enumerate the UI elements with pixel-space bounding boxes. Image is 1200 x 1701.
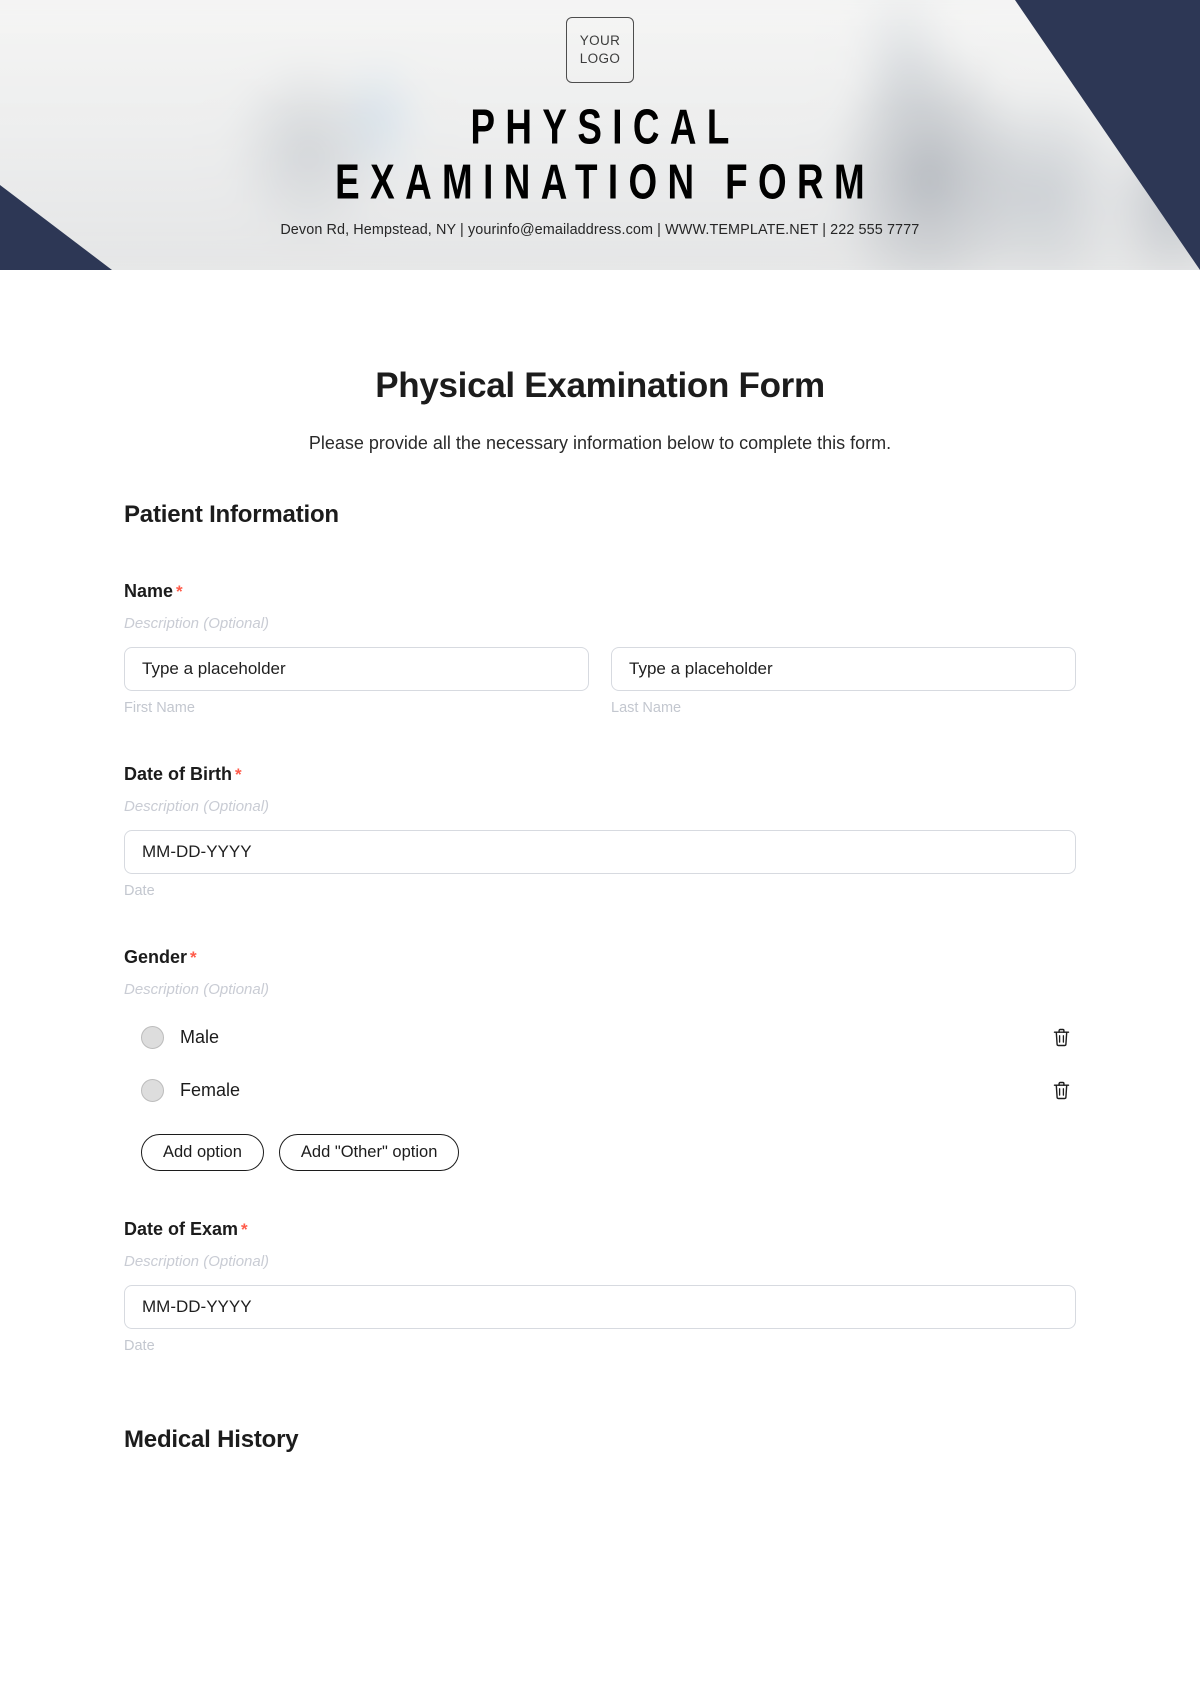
field-label-gender-text: Gender	[124, 947, 188, 967]
form-body: Physical Examination Form Please provide…	[0, 366, 1200, 1454]
field-label-name-text: Name	[124, 581, 174, 601]
physical-examination-form-page: YOUR LOGO PHYSICAL EXAMINATION FORM Devo…	[0, 0, 1200, 1701]
field-label-gender: Gender *	[124, 947, 1076, 968]
required-asterisk: *	[176, 582, 183, 601]
field-description-name: Description (Optional)	[124, 615, 270, 632]
field-gender: Gender * Description (Optional) Male Fem…	[124, 947, 1076, 1171]
field-name: Name * Description (Optional) Type a plac…	[124, 581, 1076, 716]
field-date-of-birth: Date of Birth * Description (Optional) MM…	[124, 764, 1076, 899]
date-of-exam-sub-label: Date	[124, 1338, 155, 1354]
last-name-sub-label: Last Name	[611, 700, 682, 716]
gender-option-actions: Add option Add "Other" option	[124, 1134, 1076, 1171]
section-heading-medical-history: Medical History	[124, 1426, 299, 1453]
first-name-input[interactable]: Type a placeholder	[124, 647, 589, 691]
last-name-input[interactable]: Type a placeholder	[611, 647, 1076, 691]
date-of-birth-input[interactable]: MM-DD-YYYY	[124, 830, 1076, 874]
page-title: Physical Examination Form	[375, 366, 825, 405]
field-description-gender: Description (Optional)	[124, 981, 270, 998]
page-subtitle: Please provide all the necessary informa…	[308, 433, 892, 453]
radio-icon[interactable]	[141, 1025, 164, 1049]
add-other-option-button[interactable]: Add "Other" option	[278, 1134, 460, 1171]
required-asterisk: *	[235, 765, 242, 784]
banner-title-line-1: PHYSICAL	[470, 99, 740, 155]
required-asterisk: *	[190, 948, 197, 967]
field-label-date-of-birth: Date of Birth *	[124, 764, 1076, 785]
radio-icon[interactable]	[141, 1078, 164, 1102]
gender-option-label: Female	[180, 1079, 241, 1100]
field-label-date-of-exam: Date of Exam *	[124, 1219, 1076, 1240]
delete-option-male-button[interactable]	[1048, 1023, 1074, 1051]
required-asterisk: *	[241, 1220, 248, 1239]
field-label-date-of-birth-text: Date of Birth	[124, 764, 232, 784]
banner-title-line-2: EXAMINATION FORM	[335, 154, 876, 210]
date-of-exam-input[interactable]: MM-DD-YYYY	[124, 1285, 1076, 1329]
field-description-date-of-birth: Description (Optional)	[124, 798, 270, 815]
field-label-name: Name *	[124, 581, 1076, 602]
field-description-date-of-exam: Description (Optional)	[124, 1253, 270, 1270]
first-name-sub-label: First Name	[124, 700, 195, 716]
header-banner: YOUR LOGO PHYSICAL EXAMINATION FORM Devo…	[0, 0, 1200, 270]
field-label-date-of-exam-text: Date of Exam	[124, 1219, 239, 1239]
gender-option-female[interactable]: Female	[124, 1076, 1076, 1104]
banner-title: PHYSICAL EXAMINATION FORM	[325, 99, 875, 209]
add-option-button[interactable]: Add option	[141, 1134, 264, 1171]
delete-option-female-button[interactable]	[1048, 1076, 1074, 1104]
date-of-birth-sub-label: Date	[124, 883, 155, 899]
field-date-of-exam: Date of Exam * Description (Optional) MM-…	[124, 1219, 1076, 1354]
gender-option-label: Male	[180, 1026, 220, 1047]
gender-option-male[interactable]: Male	[124, 1023, 1076, 1051]
banner-contact-line: Devon Rd, Hempstead, NY | yourinfo@email…	[280, 221, 920, 238]
logo-line-1: YOUR	[579, 33, 621, 49]
logo-line-2: LOGO	[579, 51, 621, 66]
section-heading-patient-information: Patient Information	[124, 501, 339, 528]
logo-placeholder: YOUR LOGO	[566, 17, 634, 83]
